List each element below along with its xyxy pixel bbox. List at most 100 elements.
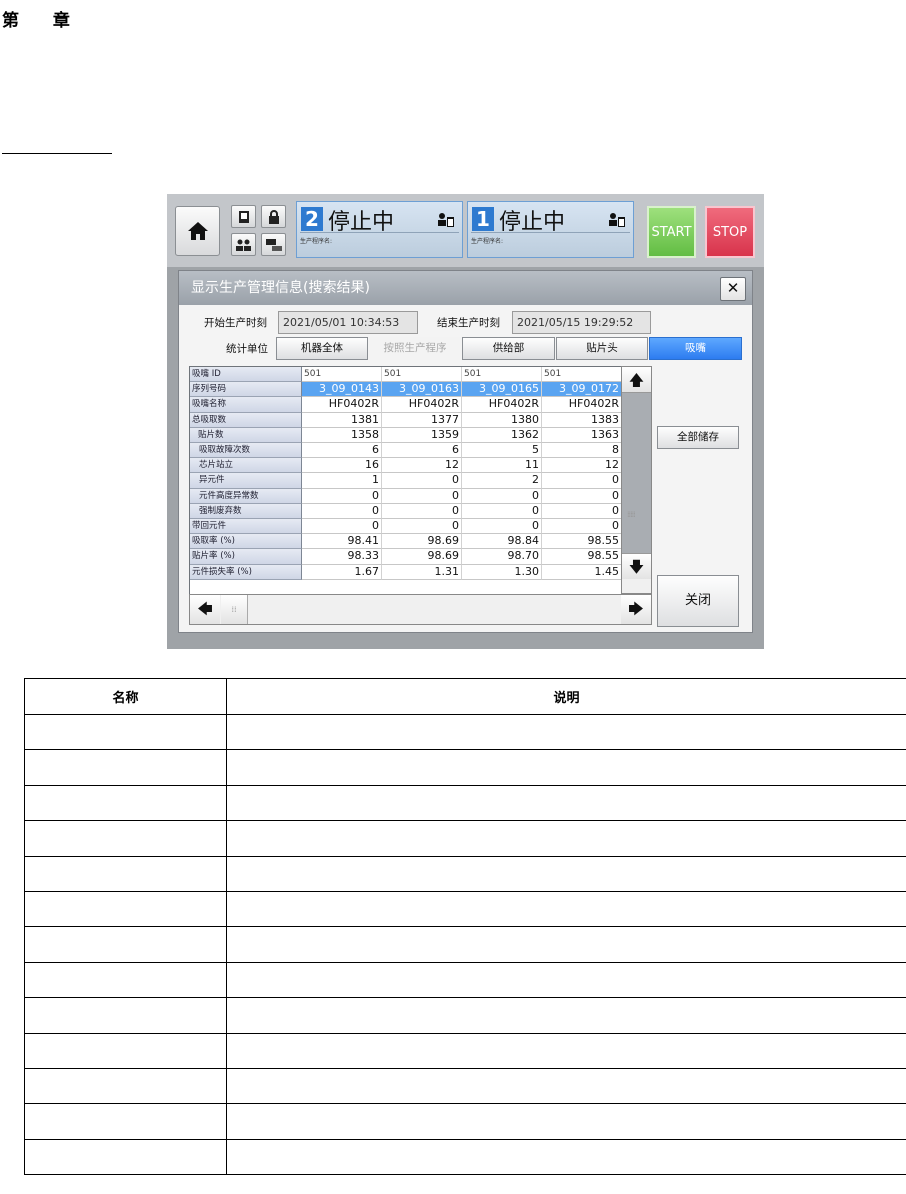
grid-cell[interactable]: 98.70 (462, 549, 542, 565)
grid-cell[interactable]: 1363 (542, 427, 622, 443)
grid-cell[interactable]: 2 (462, 473, 542, 489)
grid-cell[interactable]: 12 (542, 458, 622, 474)
lane-number: 2 (301, 207, 323, 231)
horizontal-scroll-thumb[interactable]: ⁞⁞ (221, 595, 248, 624)
lane-2-status[interactable]: 2 停止中 生产程序名: (296, 201, 463, 258)
grid-cell[interactable]: 11 (462, 458, 542, 474)
grid-row[interactable]: 带回元件 0 0 0 0 (190, 519, 622, 535)
grid-cell[interactable]: 0 (382, 473, 462, 489)
grid-cell[interactable]: 501 (542, 367, 622, 383)
grid-cell[interactable]: 8 (542, 443, 622, 459)
grid-row[interactable]: 吸取故障次数 6 6 5 8 (190, 443, 622, 459)
grid-cell[interactable]: 98.69 (382, 534, 462, 550)
network-button[interactable] (261, 233, 286, 256)
dialog-close-icon[interactable]: ✕ (720, 277, 746, 301)
grid-row[interactable]: 吸取率 (%) 98.41 98.69 98.84 98.55 (190, 534, 622, 550)
lane-1-status[interactable]: 1 停止中 生产程序名: (467, 201, 634, 258)
grid-row[interactable]: 芯片站立 16 12 11 12 (190, 458, 622, 474)
grid-cell[interactable]: 501 (302, 367, 382, 383)
start-button[interactable]: START (647, 206, 696, 258)
grid-row[interactable]: 异元件 1 0 2 0 (190, 473, 622, 489)
grid-cell[interactable]: 0 (382, 488, 462, 504)
unit-nozzle-button[interactable]: 吸嘴 (649, 337, 742, 360)
grid-cell[interactable]: 6 (382, 443, 462, 459)
grid-cell[interactable]: 1 (302, 473, 382, 489)
grid-cell[interactable]: 16 (302, 458, 382, 474)
unit-feeder-button[interactable]: 供给部 (462, 337, 555, 360)
grid-cell[interactable]: 501 (382, 367, 462, 383)
grid-cell[interactable]: 98.41 (302, 534, 382, 550)
grid-cell[interactable]: 501 (462, 367, 542, 383)
grid-cell[interactable]: 0 (302, 503, 382, 519)
grid-row[interactable]: 吸嘴 ID 501 501 501 501 (190, 367, 622, 383)
grid-cell[interactable]: 1381 (302, 412, 382, 428)
scroll-right-icon[interactable]: 🡆 (621, 595, 651, 624)
grid-cell[interactable]: 1.31 (382, 564, 462, 580)
horizontal-scrollbar[interactable]: 🡄 ⁞⁞ 🡆 (189, 594, 652, 625)
grid-cell[interactable]: HF0402R (542, 397, 622, 413)
lock-icon (268, 209, 279, 224)
grid-cell[interactable]: 0 (462, 503, 542, 519)
grid-cell[interactable]: 3_09_0163 (382, 382, 462, 398)
production-info-dialog: 显示生产管理信息(搜索结果) ✕ 开始生产时刻 2021/05/01 10:34… (178, 270, 753, 633)
grid-cell[interactable]: 0 (542, 473, 622, 489)
scroll-up-icon[interactable]: 🡅 (622, 367, 651, 393)
grid-cell[interactable]: 0 (302, 519, 382, 535)
scroll-down-icon[interactable]: 🡇 (622, 553, 651, 579)
grid-cell[interactable]: 1.30 (462, 564, 542, 580)
grid-cell[interactable]: 1.67 (302, 564, 382, 580)
grid-cell[interactable]: 1383 (542, 412, 622, 428)
statistics-grid[interactable]: 吸嘴 ID 501 501 501 501 序列号码 3_09_0143 3_09_0163 3… (189, 366, 623, 596)
grid-cell[interactable]: 1359 (382, 427, 462, 443)
save-all-button[interactable]: 全部储存 (657, 426, 739, 449)
grid-row[interactable]: 强制废弃数 0 0 0 0 (190, 503, 622, 519)
grid-cell[interactable]: 98.55 (542, 549, 622, 565)
grid-row[interactable]: 元件高度异常数 0 0 0 0 (190, 488, 622, 504)
grid-cell[interactable]: 98.55 (542, 534, 622, 550)
stop-button[interactable]: STOP (705, 206, 755, 258)
display-button[interactable] (231, 205, 256, 228)
unit-head-button[interactable]: 贴片头 (556, 337, 648, 360)
grid-cell[interactable]: 1.45 (542, 564, 622, 580)
grid-cell[interactable]: 1377 (382, 412, 462, 428)
grid-cell[interactable]: 1358 (302, 427, 382, 443)
vertical-scrollbar[interactable]: 🡅 🡇 (621, 366, 652, 594)
grid-cell[interactable]: 1380 (462, 412, 542, 428)
vertical-scroll-track[interactable] (622, 393, 651, 553)
grid-cell[interactable]: 0 (382, 503, 462, 519)
operators-button[interactable] (231, 233, 256, 256)
unit-program-button[interactable]: 按照生产程序 (369, 337, 461, 360)
grid-cell[interactable]: 0 (462, 519, 542, 535)
home-button[interactable] (175, 206, 220, 256)
lock-button[interactable] (261, 205, 286, 228)
grid-cell[interactable]: 3_09_0143 (302, 382, 382, 398)
grid-cell[interactable]: 98.33 (302, 549, 382, 565)
grid-cell[interactable]: 0 (462, 488, 542, 504)
grid-cell[interactable]: 0 (302, 488, 382, 504)
grid-cell[interactable]: 0 (542, 519, 622, 535)
grid-cell[interactable]: HF0402R (462, 397, 542, 413)
grid-cell[interactable]: 3_09_0172 (542, 382, 622, 398)
grid-cell[interactable]: 0 (542, 488, 622, 504)
scroll-left-icon[interactable]: 🡄 (190, 595, 220, 624)
grid-cell[interactable]: 98.69 (382, 549, 462, 565)
grid-cell[interactable]: 0 (542, 503, 622, 519)
grid-cell[interactable]: HF0402R (302, 397, 382, 413)
unit-machine-button[interactable]: 机器全体 (276, 337, 368, 360)
grid-cell[interactable]: 6 (302, 443, 382, 459)
grid-row[interactable]: 总吸取数 1381 1377 1380 1383 (190, 412, 622, 428)
grid-cell[interactable]: 0 (382, 519, 462, 535)
start-time-field: 2021/05/01 10:34:53 (278, 311, 418, 334)
grid-cell[interactable]: 5 (462, 443, 542, 459)
grid-row[interactable]: 元件损失率 (%) 1.67 1.31 1.30 1.45 (190, 564, 622, 580)
grid-cell[interactable]: 3_09_0165 (462, 382, 542, 398)
grid-cell[interactable]: HF0402R (382, 397, 462, 413)
grid-row[interactable]: 贴片数 1358 1359 1362 1363 (190, 427, 622, 443)
grid-row[interactable]: 吸嘴名称 HF0402R HF0402R HF0402R HF0402R (190, 397, 622, 413)
grid-cell[interactable]: 1362 (462, 427, 542, 443)
grid-row[interactable]: 序列号码 3_09_0143 3_09_0163 3_09_0165 3_09_0172 (190, 382, 622, 398)
close-button[interactable]: 关闭 (657, 575, 739, 627)
grid-cell[interactable]: 12 (382, 458, 462, 474)
grid-cell[interactable]: 98.84 (462, 534, 542, 550)
grid-row[interactable]: 贴片率 (%) 98.33 98.69 98.70 98.55 (190, 549, 622, 565)
